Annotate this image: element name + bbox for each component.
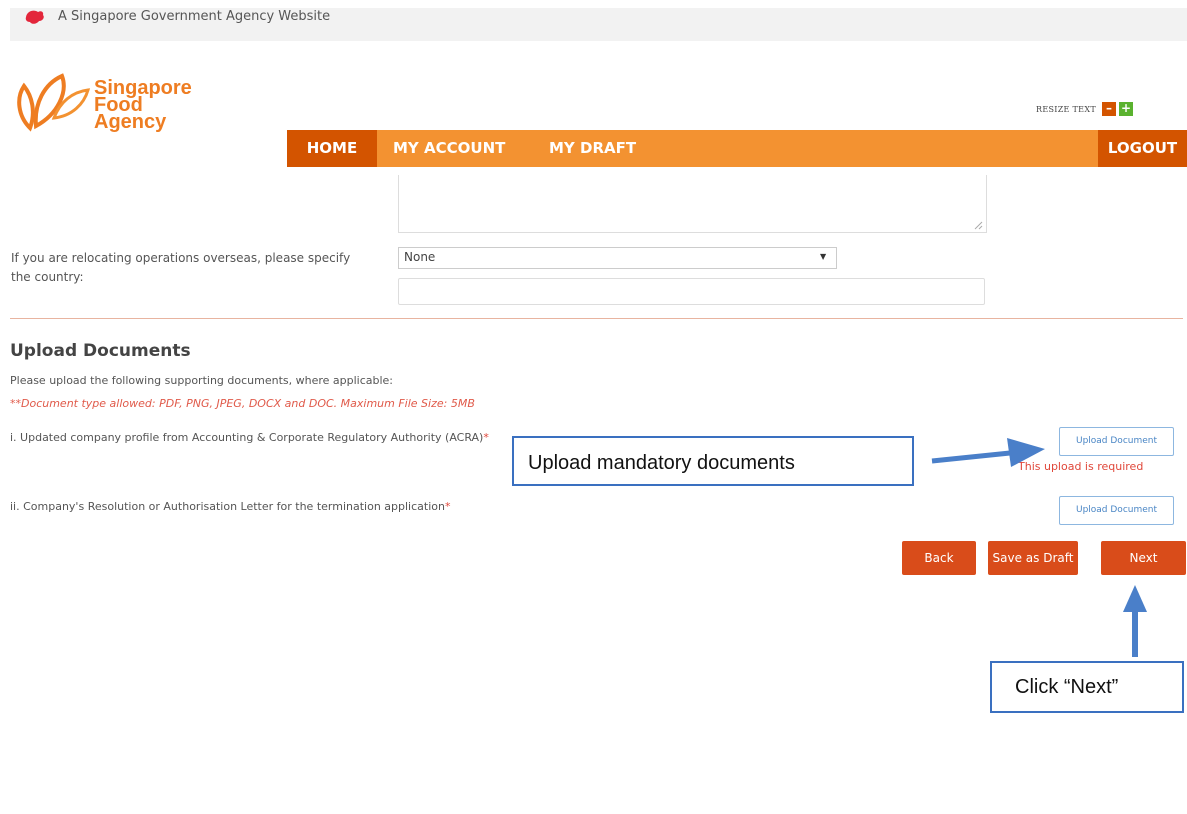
required-star: * — [444, 500, 451, 513]
required-star: * — [483, 431, 489, 444]
nav-my-account[interactable]: MY ACCOUNT — [393, 130, 505, 167]
gov-banner-text: A Singapore Government Agency Website — [58, 9, 331, 24]
arrow-up-icon — [1123, 585, 1147, 657]
nav-my-draft[interactable]: MY DRAFT — [549, 130, 636, 167]
country-select[interactable] — [398, 247, 837, 269]
annotation-next-callout: Click “Next” — [990, 661, 1184, 713]
select-arrow-icon: ▼ — [820, 252, 827, 261]
upload-file-type-note: **Document type allowed: PDF, PNG, JPEG,… — [10, 397, 475, 410]
country-select-value: None — [404, 250, 436, 264]
upload-documents-title: Upload Documents — [10, 341, 191, 361]
section-divider — [10, 318, 1183, 319]
lion-head-icon — [25, 10, 44, 24]
doc1-label-text: i. Updated company profile from Accounti… — [10, 431, 484, 444]
doc1-label: i. Updated company profile from Accounti… — [10, 431, 489, 444]
back-button[interactable]: Back — [902, 541, 976, 575]
textarea-resize-grip-icon[interactable] — [974, 221, 983, 230]
sfa-logo-text[interactable]: Singapore Food Agency — [94, 78, 192, 133]
nav-logout[interactable]: LOGOUT — [1098, 130, 1187, 167]
relocate-country-label: If you are relocating operations oversea… — [11, 251, 351, 284]
doc2-label-text: ii. Company's Resolution or Authorisatio… — [10, 500, 445, 513]
upload-doc1-button[interactable]: Upload Document — [1059, 427, 1174, 456]
upload-documents-description: Please upload the following supporting d… — [10, 374, 394, 387]
logo-line-3: Agency — [94, 111, 167, 133]
upload-doc2-button[interactable]: Upload Document — [1059, 496, 1174, 525]
decrease-text-button[interactable]: – — [1102, 102, 1116, 116]
sfa-leaf-logo-icon — [17, 73, 91, 132]
previous-textarea[interactable] — [398, 175, 987, 233]
save-as-draft-button[interactable]: Save as Draft — [988, 541, 1078, 575]
resize-text-label: RESIZE TEXT — [1036, 105, 1096, 114]
next-button[interactable]: Next — [1101, 541, 1186, 575]
doc2-label: ii. Company's Resolution or Authorisatio… — [10, 500, 450, 513]
nav-home[interactable]: HOME — [287, 130, 377, 167]
annotation-upload-callout: Upload mandatory documents — [512, 436, 914, 486]
country-text-input[interactable] — [398, 278, 985, 305]
increase-text-button[interactable]: + — [1119, 102, 1133, 116]
doc1-upload-error: This upload is required — [1018, 460, 1144, 473]
